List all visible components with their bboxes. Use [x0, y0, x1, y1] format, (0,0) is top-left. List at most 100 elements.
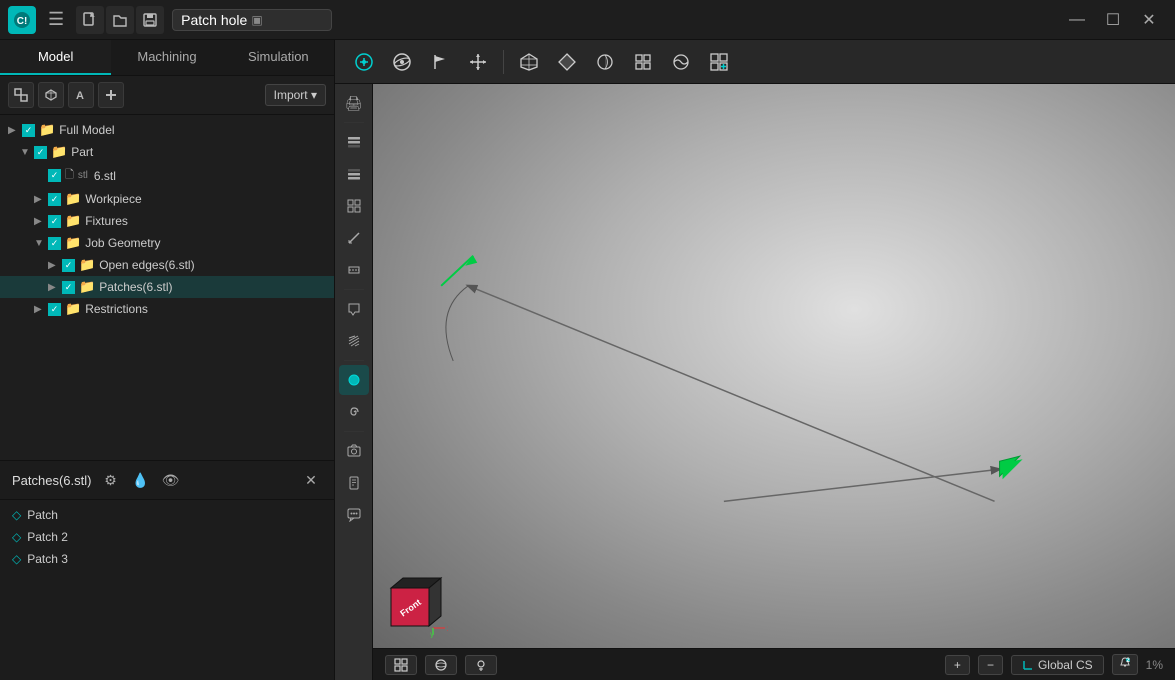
mesh-tool[interactable]	[512, 45, 546, 79]
import-button[interactable]: Import ▾	[265, 84, 326, 106]
folder-icon: 📁	[39, 122, 55, 138]
tab-model[interactable]: Model	[0, 40, 111, 75]
measure-button[interactable]	[339, 223, 369, 253]
hatching-button[interactable]	[339, 326, 369, 356]
list-item-patch3[interactable]: ◇ Patch 3	[8, 548, 326, 570]
new-file-button[interactable]	[76, 6, 104, 34]
checkbox-patches[interactable]	[62, 281, 75, 294]
checkbox-open-edges[interactable]	[62, 259, 75, 272]
tree-area: ▶ 📁 Full Model ▼ 📁 Part 🗋 stl 6.stl	[0, 115, 334, 460]
spiral-button[interactable]	[339, 397, 369, 427]
shade-tool[interactable]	[550, 45, 584, 79]
folder-icon: 📁	[79, 279, 95, 295]
folder-icon: 📁	[51, 144, 67, 160]
side-sep-2	[344, 289, 364, 290]
add-tool-button[interactable]	[98, 82, 124, 108]
folder-icon: 📁	[65, 235, 81, 251]
expand-icon: ▼	[20, 147, 30, 158]
tree-item-part[interactable]: ▼ 📁 Part	[0, 141, 334, 163]
camera-button[interactable]	[339, 436, 369, 466]
layer-2-button[interactable]	[339, 159, 369, 189]
expand-icon: ▼	[34, 238, 44, 249]
orbit-tool[interactable]	[385, 45, 419, 79]
bottom-panel: Patches(6.stl) ⚙ 💧 👁 ✕ ◇ Patch ◇ Patch 2…	[0, 460, 334, 680]
3d-canvas: Front x y	[373, 84, 1175, 648]
tab-simulation[interactable]: Simulation	[223, 40, 334, 75]
maximize-button[interactable]: ☐	[1095, 4, 1131, 36]
zoom-in-button[interactable]: +	[945, 655, 970, 675]
tree-item-6stl[interactable]: 🗋 stl 6.stl	[0, 163, 334, 188]
settings-button[interactable]: ⚙	[99, 469, 121, 491]
svg-text:C!: C!	[17, 16, 28, 27]
tree-label: Job Geometry	[85, 236, 326, 250]
text-tool-button[interactable]: A	[68, 82, 94, 108]
tree-item-restrictions[interactable]: ▶ 📁 Restrictions	[0, 298, 334, 320]
expand-icon	[34, 170, 44, 181]
viewport[interactable]: Front x y	[373, 84, 1175, 648]
checkbox-job-geometry[interactable]	[48, 237, 61, 250]
cube-tool-button[interactable]	[38, 82, 64, 108]
tree-label: Patches(6.stl)	[99, 280, 326, 294]
hamburger-menu[interactable]: ☰	[44, 9, 68, 30]
dimension-button[interactable]	[339, 255, 369, 285]
flag-tool[interactable]	[423, 45, 457, 79]
expand-icon: ▶	[48, 260, 58, 271]
top-toolbar	[335, 40, 1175, 84]
checkbox-restrictions[interactable]	[48, 303, 61, 316]
tree-item-open-edges[interactable]: ▶ 📁 Open edges(6.stl)	[0, 254, 334, 276]
patch-label: Patch 3	[27, 552, 68, 566]
tree-item-job-geometry[interactable]: ▼ 📁 Job Geometry	[0, 232, 334, 254]
layer-1-button[interactable]	[339, 127, 369, 157]
perspective-button[interactable]	[425, 655, 457, 675]
panel-toolbar: A Import ▾	[0, 76, 334, 115]
close-bottom-panel-button[interactable]: ✕	[300, 469, 322, 491]
grid-button[interactable]	[339, 191, 369, 221]
cross-section-tool[interactable]	[664, 45, 698, 79]
toolbar-separator	[503, 50, 504, 74]
expand-icon: ▶	[8, 125, 18, 136]
tree-item-patches[interactable]: ▶ 📁 Patches(6.stl)	[0, 276, 334, 298]
list-item-patch[interactable]: ◇ Patch	[8, 504, 326, 526]
folder-icon: 📁	[79, 257, 95, 273]
save-file-button[interactable]	[136, 6, 164, 34]
close-button[interactable]: ✕	[1131, 4, 1167, 36]
move-tool[interactable]	[461, 45, 495, 79]
zoom-out-button[interactable]: −	[978, 655, 1003, 675]
orientation-cube[interactable]: Front x y	[383, 573, 448, 638]
tree-label: Restrictions	[85, 302, 326, 316]
tree-item-full-model[interactable]: ▶ 📁 Full Model	[0, 119, 334, 141]
snap-tool[interactable]	[347, 45, 381, 79]
zoom-percent: 1%	[1146, 658, 1163, 672]
select-tool-button[interactable]	[8, 82, 34, 108]
water-button[interactable]: 💧	[129, 469, 151, 491]
tree-item-fixtures[interactable]: ▶ 📁 Fixtures	[0, 210, 334, 232]
title-input[interactable]: Patch hole ▣	[172, 9, 332, 31]
expand-icon: ▶	[34, 216, 44, 227]
tab-machining[interactable]: Machining	[111, 40, 222, 75]
checkbox-full-model[interactable]	[22, 124, 35, 137]
notification-badge[interactable]: 2	[1112, 654, 1138, 675]
list-item-patch2[interactable]: ◇ Patch 2	[8, 526, 326, 548]
checkbox-workpiece[interactable]	[48, 193, 61, 206]
open-file-button[interactable]	[106, 6, 134, 34]
chat-button[interactable]	[339, 500, 369, 530]
explode-tool[interactable]	[626, 45, 660, 79]
checkbox-6stl[interactable]	[48, 169, 61, 182]
print-button[interactable]: 🖨	[339, 88, 369, 118]
panel-tabs: Model Machining Simulation	[0, 40, 334, 76]
add-view-tool[interactable]	[702, 45, 736, 79]
fill-button[interactable]	[339, 365, 369, 395]
profile-tool[interactable]	[588, 45, 622, 79]
book-button[interactable]	[339, 468, 369, 498]
visibility-button[interactable]: 👁	[159, 469, 181, 491]
viewport-fit-button[interactable]	[385, 655, 417, 675]
minimize-button[interactable]: —	[1059, 4, 1095, 36]
patch-list: ◇ Patch ◇ Patch 2 ◇ Patch 3	[0, 500, 334, 574]
checkbox-fixtures[interactable]	[48, 215, 61, 228]
left-panel: Model Machining Simulation A Import ▾	[0, 40, 335, 680]
annotation-button[interactable]	[339, 294, 369, 324]
expand-icon: ▶	[34, 304, 44, 315]
checkbox-part[interactable]	[34, 146, 47, 159]
tree-item-workpiece[interactable]: ▶ 📁 Workpiece	[0, 188, 334, 210]
lighting-button[interactable]	[465, 655, 497, 675]
